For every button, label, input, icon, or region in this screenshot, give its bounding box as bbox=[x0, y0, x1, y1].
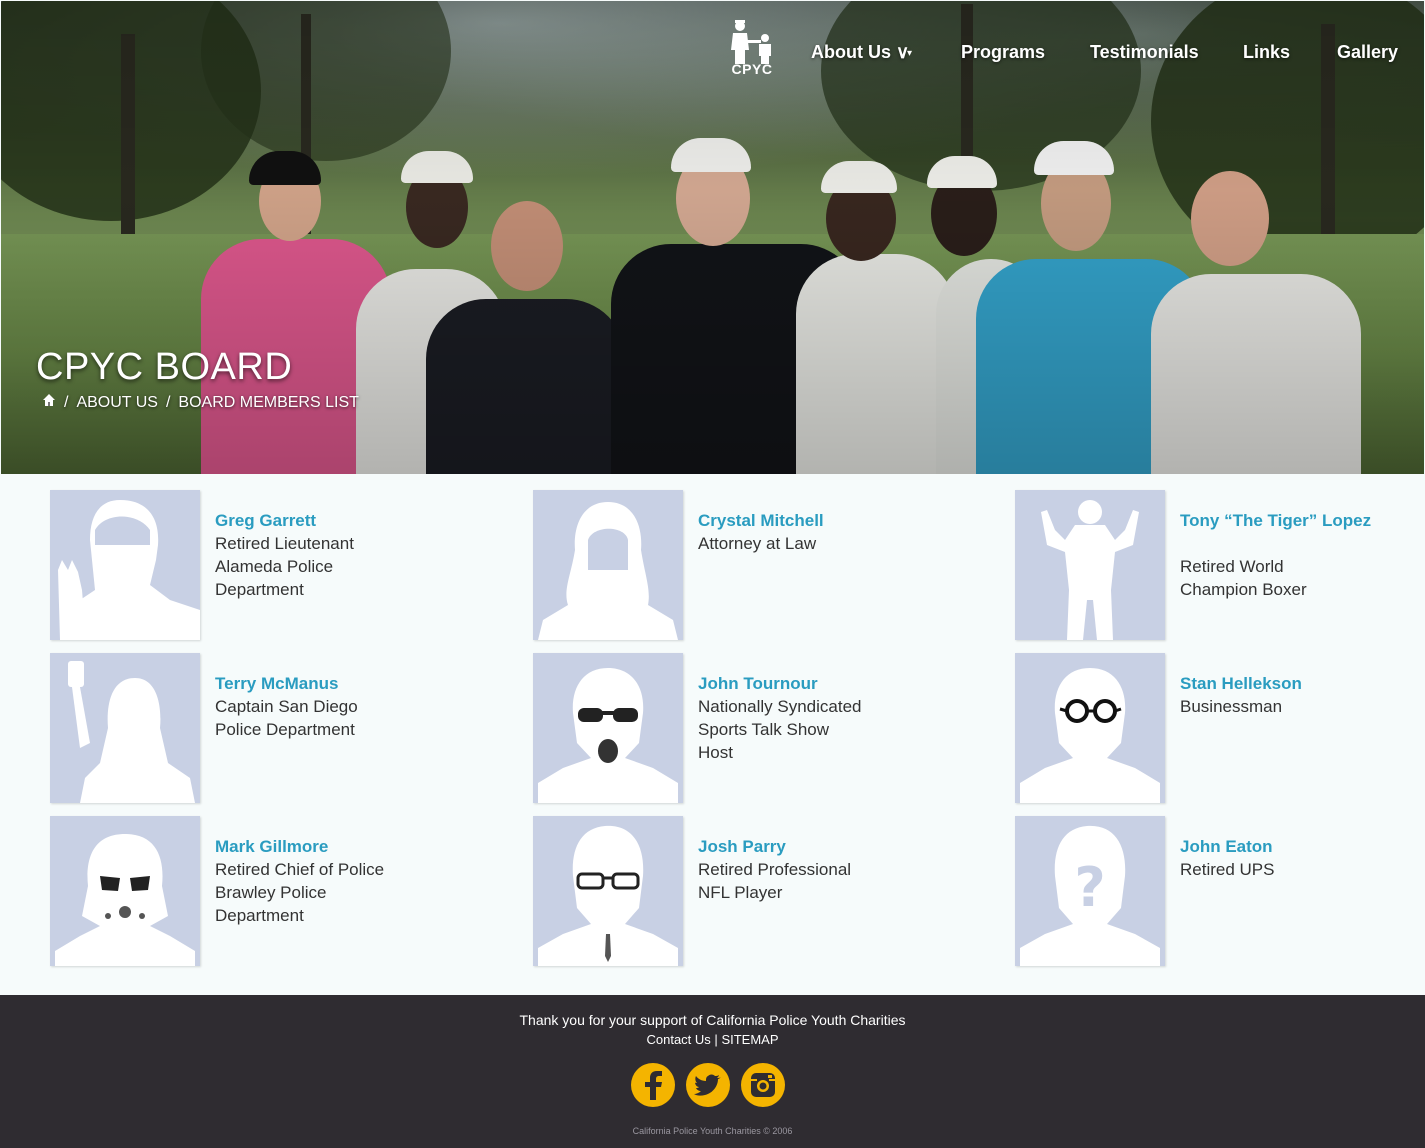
breadcrumb: / ABOUT US / BOARD MEMBERS LIST bbox=[42, 393, 359, 412]
member-card: Mark Gillmore Retired Chief of Police Br… bbox=[50, 816, 510, 968]
member-card: John Tournour Nationally Syndicated Spor… bbox=[533, 653, 993, 805]
cpyc-logo[interactable]: CPYC bbox=[725, 20, 777, 78]
footer-divider: | bbox=[714, 1032, 718, 1047]
member-role: Police Department bbox=[215, 720, 355, 739]
page-title: CPYC BOARD bbox=[36, 346, 293, 388]
member-role: Nationally Syndicated bbox=[698, 697, 862, 716]
nav-gallery[interactable]: Gallery bbox=[1337, 42, 1398, 63]
nav-programs[interactable]: Programs bbox=[961, 42, 1045, 63]
member-role: Brawley Police bbox=[215, 883, 327, 902]
breadcrumb-separator: / bbox=[64, 393, 69, 411]
woman-silhouette-icon bbox=[533, 490, 683, 640]
nav-testimonials[interactable]: Testimonials bbox=[1090, 42, 1199, 63]
member-role: Businessman bbox=[1180, 697, 1283, 716]
member-name[interactable]: Crystal Mitchell bbox=[698, 509, 948, 532]
member-name[interactable]: Stan Hellekson bbox=[1180, 672, 1425, 695]
footer-copyright: California Police Youth Charities © 2006 bbox=[632, 1126, 793, 1136]
logo-silhouette-icon bbox=[731, 20, 771, 64]
breadcrumb-separator: / bbox=[165, 393, 171, 411]
member-card: Crystal Mitchell Attorney at Law bbox=[533, 490, 993, 642]
member-name[interactable]: Terry McManus bbox=[215, 672, 465, 695]
footer-links: Contact Us | SITEMAP bbox=[0, 1032, 1425, 1047]
contact-us-link[interactable]: Contact Us bbox=[646, 1032, 710, 1047]
member-name[interactable]: John Eaton bbox=[1180, 835, 1425, 858]
boxer-silhouette-icon bbox=[1015, 490, 1165, 640]
stormtrooper-silhouette-icon bbox=[50, 816, 200, 966]
member-role: Department bbox=[215, 580, 304, 599]
member-name[interactable]: Josh Parry bbox=[698, 835, 948, 858]
member-role: Host bbox=[698, 743, 733, 762]
twitter-icon[interactable] bbox=[686, 1063, 730, 1107]
spock-silhouette-icon bbox=[50, 490, 200, 640]
member-role: Alameda Police bbox=[215, 557, 334, 576]
hipster-silhouette-icon bbox=[533, 816, 683, 966]
svg-text:?: ? bbox=[1074, 856, 1105, 919]
member-role: Retired Chief of Police bbox=[215, 860, 385, 879]
glasses-silhouette-icon bbox=[1015, 653, 1165, 803]
breadcrumb-about-us[interactable]: ABOUT US bbox=[76, 394, 158, 412]
nav-links[interactable]: Links bbox=[1243, 42, 1290, 63]
footer-thanks: Thank you for your support of California… bbox=[519, 1012, 906, 1028]
member-card: Josh Parry Retired Professional NFL Play… bbox=[533, 816, 993, 968]
member-role: Retired Professional bbox=[698, 860, 852, 879]
sitemap-link[interactable]: SITEMAP bbox=[721, 1032, 778, 1047]
instagram-icon[interactable] bbox=[741, 1063, 785, 1107]
breadcrumb-board-members: BOARD MEMBERS LIST bbox=[178, 393, 359, 411]
member-name[interactable]: Tony “The Tiger” Lopez bbox=[1180, 509, 1425, 532]
member-name[interactable]: John Tournour bbox=[698, 672, 948, 695]
member-card: Greg Garrett Retired Lieutenant Alameda … bbox=[50, 490, 510, 642]
member-card: Tony “The Tiger” Lopez Retired World Cha… bbox=[1015, 490, 1425, 642]
member-role: Champion Boxer bbox=[1180, 580, 1307, 599]
social-links bbox=[631, 1063, 785, 1107]
member-name[interactable]: Mark Gillmore bbox=[215, 835, 465, 858]
sunglasses-silhouette-icon bbox=[533, 653, 683, 803]
footer: Thank you for your support of California… bbox=[0, 995, 1425, 1148]
question-silhouette-icon: ? bbox=[1015, 816, 1165, 966]
member-card: Stan Hellekson Businessman bbox=[1015, 653, 1425, 805]
member-card: Terry McManus Captain San Diego Police D… bbox=[50, 653, 510, 805]
nav-about-us[interactable]: About Us ∨ bbox=[811, 42, 909, 63]
member-role: Retired UPS bbox=[1180, 860, 1275, 879]
member-role: Captain San Diego bbox=[215, 697, 358, 716]
member-name[interactable]: Greg Garrett bbox=[215, 509, 465, 532]
caret-down-icon: ▾ bbox=[907, 48, 913, 59]
member-role: Retired World bbox=[1180, 557, 1284, 576]
member-role: Retired Lieutenant bbox=[215, 534, 354, 553]
logo-text: CPYC bbox=[731, 61, 773, 77]
member-role: Sports Talk Show bbox=[698, 720, 830, 739]
selfie-silhouette-icon bbox=[50, 653, 200, 803]
member-role: Department bbox=[215, 906, 304, 925]
member-card: ? John Eaton Retired UPS bbox=[1015, 816, 1425, 968]
home-icon[interactable] bbox=[42, 393, 56, 412]
member-role: NFL Player bbox=[698, 883, 783, 902]
facebook-icon[interactable] bbox=[631, 1063, 675, 1107]
member-role: Attorney at Law bbox=[698, 534, 817, 553]
